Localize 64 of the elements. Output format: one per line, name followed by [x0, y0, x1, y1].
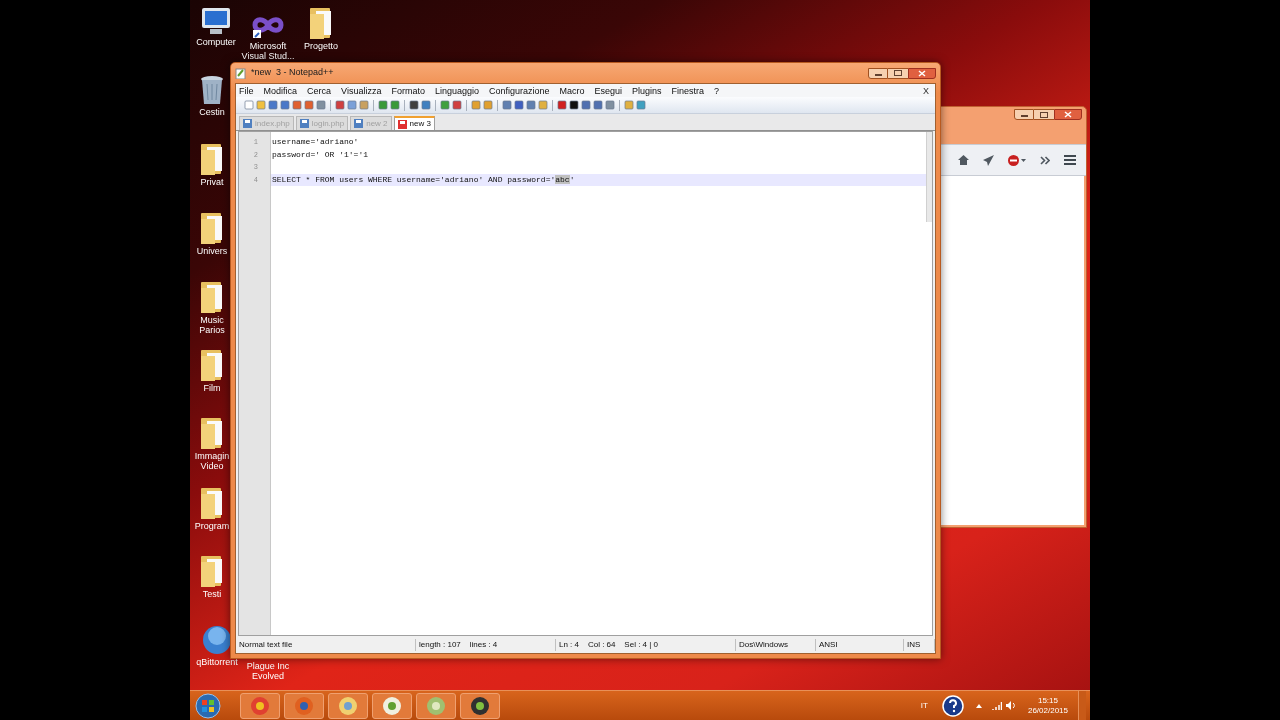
- taskbar-app-button[interactable]: [416, 692, 456, 719]
- home-icon[interactable]: [958, 155, 969, 165]
- status-bar-field: ANSI: [816, 638, 904, 651]
- desktop-icon-label[interactable]: Privat: [200, 177, 224, 187]
- paper-plane-icon[interactable]: [983, 154, 994, 166]
- stop-sign-dropdown-icon[interactable]: [1008, 154, 1026, 166]
- recycle-bin-icon: [199, 74, 225, 106]
- close-icon: [918, 69, 926, 77]
- status-bar-field: Normal text file: [236, 638, 416, 651]
- menu-item[interactable]: Modifica: [263, 84, 298, 97]
- desktop-icon-label[interactable]: Immagin Video: [194, 451, 230, 471]
- menu-item[interactable]: Esegui: [594, 84, 623, 97]
- qb-circle-icon: [201, 624, 233, 656]
- menu-item[interactable]: Visualizza: [341, 84, 382, 97]
- menu-item[interactable]: Configurazione: [488, 84, 550, 97]
- maximize-button[interactable]: [1034, 109, 1054, 120]
- menu-item[interactable]: ?: [714, 84, 720, 97]
- desktop-icon-label[interactable]: Progetto: [304, 41, 338, 51]
- status-bar-field: Ln : 4 Col : 64 Sel : 4 | 0: [556, 638, 736, 651]
- clock-time[interactable]: 15:15: [1037, 695, 1058, 706]
- menu-item[interactable]: Plugins: [632, 84, 662, 97]
- caret-up-icon[interactable]: [975, 703, 982, 708]
- language-indicator[interactable]: IT: [920, 699, 928, 712]
- help-icon[interactable]: [941, 694, 964, 717]
- menu-item[interactable]: Formato: [391, 84, 425, 97]
- menu-icon[interactable]: [1064, 155, 1076, 165]
- taskbar-app-button[interactable]: [284, 692, 324, 719]
- status-bar-field: Dos\Windows: [736, 638, 816, 651]
- minimize-button[interactable]: [1014, 109, 1034, 120]
- desktop-icon-label[interactable]: Music Parios: [199, 315, 225, 335]
- taskbar-app-button[interactable]: [460, 692, 500, 719]
- close-icon: [1064, 111, 1072, 118]
- notepad-app-icon: [235, 67, 247, 79]
- desktop-icon-label[interactable]: Computer: [196, 37, 236, 47]
- status-bar-field: length : 107 lines : 4: [416, 638, 556, 651]
- signal-bars-icon[interactable]: [991, 701, 1002, 710]
- maximize-button[interactable]: [888, 67, 908, 79]
- clock-date[interactable]: 26/02/2015: [1027, 705, 1068, 716]
- chevrons-icon[interactable]: [1040, 155, 1050, 165]
- start-orb-icon[interactable]: [194, 691, 222, 720]
- desktop-icon-label[interactable]: Testi: [202, 589, 222, 599]
- desktop-icon-label[interactable]: Program: [194, 521, 230, 531]
- desktop-icon-label[interactable]: Univers: [196, 246, 228, 256]
- code-line: password=' OR '1'='1: [271, 148, 369, 161]
- menu-item[interactable]: Cerca: [307, 84, 332, 97]
- taskbar-app-button[interactable]: [372, 692, 412, 719]
- close-document-button[interactable]: X: [923, 84, 932, 97]
- close-button[interactable]: [908, 67, 936, 79]
- menu-item[interactable]: Linguaggio: [434, 84, 479, 97]
- speaker-icon[interactable]: [1005, 701, 1016, 710]
- close-button[interactable]: [1054, 109, 1082, 120]
- desktop-icon-label[interactable]: Plague Inc Evolved: [246, 661, 290, 681]
- menu-item[interactable]: Finestra: [671, 84, 705, 97]
- minimize-button[interactable]: [868, 67, 888, 79]
- desktop-icon-label[interactable]: Cestin: [199, 107, 225, 117]
- desktop-icon-label[interactable]: Microsoft Visual Stud...: [241, 41, 295, 61]
- desktop-icon-label[interactable]: qBittorrent: [196, 657, 238, 667]
- status-bar-field: INS: [904, 638, 935, 651]
- menu-item[interactable]: File: [239, 84, 254, 97]
- window-title: *new 3 - Notepad++: [251, 66, 334, 80]
- file-tab[interactable]: new 3: [393, 116, 435, 130]
- menu-item[interactable]: Macro: [559, 84, 585, 97]
- desktop-icon-label[interactable]: Film: [203, 383, 221, 393]
- code-line: username='adriano': [271, 136, 360, 148]
